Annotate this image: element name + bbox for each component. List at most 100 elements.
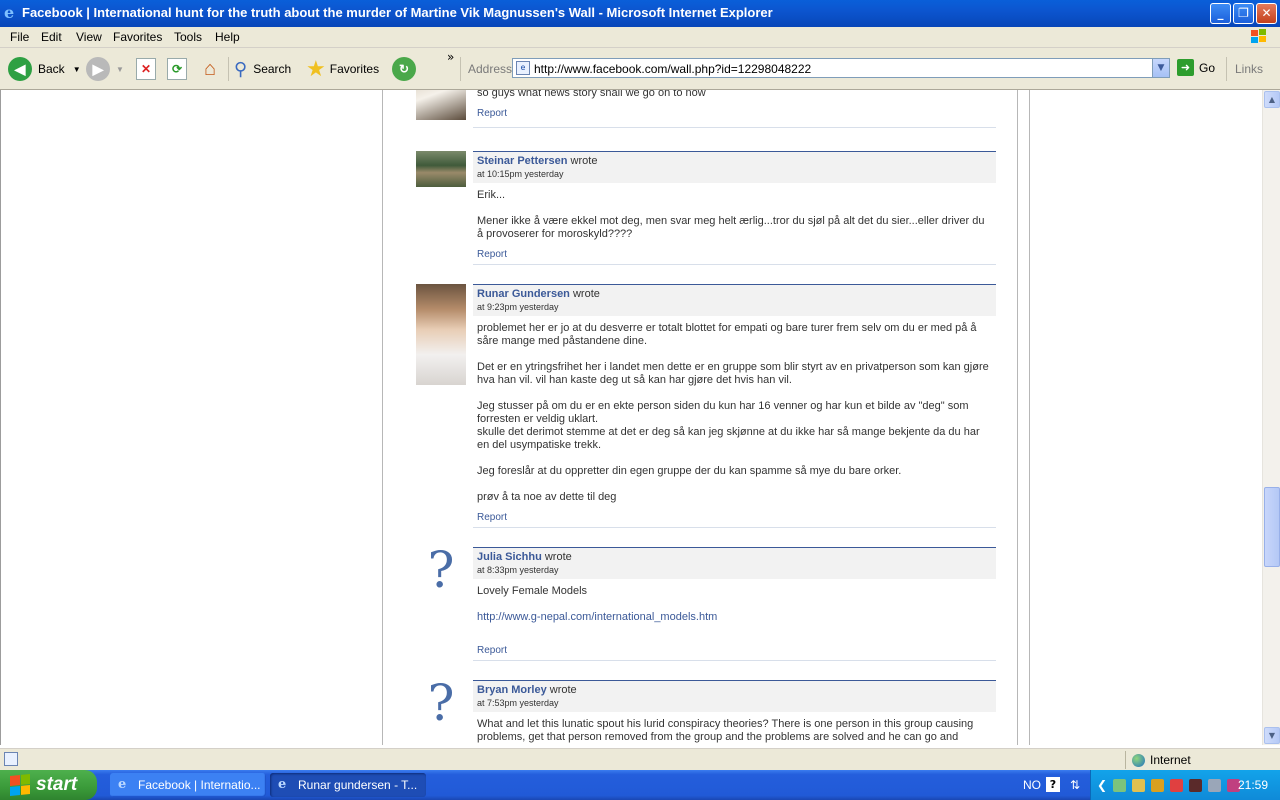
report-link[interactable]: Report [473,504,996,528]
security-zone: Internet [1125,751,1280,769]
post-header: Julia Sichhu wrote at 8:33pm yesterday [473,547,996,579]
menu-view[interactable]: View [76,30,102,44]
author-link[interactable]: Steinar Pettersen [477,155,567,167]
history-icon: ↻ [392,57,416,81]
tray-expand-icon[interactable]: ❮ [1097,778,1107,792]
minimize-button[interactable]: _ [1210,3,1231,24]
help-icon[interactable]: ? [1046,777,1060,792]
refresh-icon: ⟳ [167,58,187,80]
history-button[interactable]: ↻ [392,55,416,83]
post-message: What and let this lunatic spout his luri… [477,718,974,745]
standard-toolbar: ◀ Back ▼ ▶ ▼ ✕ ⟳ ⌂ ⚲ Search ★ Favorites … [0,48,1280,90]
stop-button[interactable]: ✕ [136,55,156,83]
close-button[interactable]: ✕ [1256,3,1277,24]
author-link[interactable]: Julia Sichhu [477,551,542,563]
tray-app-icon[interactable] [1208,778,1222,792]
refresh-button[interactable]: ⟳ [167,55,187,83]
post-header: Runar Gundersen wrote at 9:23pm yesterda… [473,284,996,316]
scroll-up-icon[interactable]: ▲ [1264,91,1280,108]
post-timestamp: at 10:15pm yesterday [477,169,564,179]
back-button[interactable]: ◀ Back ▼ [8,55,81,83]
report-link[interactable]: Report [473,100,996,128]
internet-explorer-icon: e [4,3,15,22]
menu-favorites[interactable]: Favorites [113,30,162,44]
menu-edit[interactable]: Edit [41,30,62,44]
forward-arrow-icon: ▶ [86,57,110,81]
forward-button[interactable]: ▶ ▼ [86,55,124,83]
vertical-scrollbar[interactable]: ▲ ▼ [1262,90,1280,745]
title-bar: e Facebook | International hunt for the … [0,0,1280,27]
menu-file[interactable]: File [10,30,29,44]
page-status-icon [4,752,18,766]
window-title: Facebook | International hunt for the tr… [22,5,773,20]
tray-app-icon[interactable] [1151,778,1165,792]
avatar[interactable] [416,90,466,120]
internet-explorer-icon: e [118,777,127,792]
go-arrow-icon: ➜ [1177,59,1194,76]
maximize-button[interactable]: ❐ [1233,3,1254,24]
address-dropdown-icon[interactable]: ▼ [1152,59,1169,77]
menu-help[interactable]: Help [215,30,240,44]
post-message: problemet her er jo at du desverre er to… [477,322,989,503]
toolbar-chevron[interactable]: » [447,50,454,64]
start-button[interactable]: start [0,770,97,800]
internet-explorer-icon: e [278,777,287,792]
back-arrow-icon: ◀ [8,57,32,81]
tray-app-icon[interactable] [1132,778,1146,792]
page-icon: e [516,61,530,75]
author-link[interactable]: Runar Gundersen [477,288,570,300]
search-button[interactable]: ⚲ Search [234,55,291,83]
search-icon: ⚲ [234,58,248,79]
taskbar-item-facebook[interactable]: e Facebook | Internatio... [110,773,266,797]
post-message: Lovely Female Models http://www.g-nepal.… [477,585,718,623]
clock: 21:59 [1237,778,1268,792]
external-link[interactable]: http://www.g-nepal.com/international_mod… [477,611,717,623]
unknown-avatar-icon[interactable]: ? [416,678,466,728]
menu-bar: File Edit View Favorites Tools Help [0,27,1280,48]
back-label: Back [38,62,65,76]
unknown-avatar-icon[interactable]: ? [416,545,466,595]
taskbar: start e Facebook | Internatio... e Runar… [0,770,1280,800]
search-label: Search [253,62,292,76]
post-header: Steinar Pettersen wrote at 10:15pm yeste… [473,151,996,183]
status-bar: Internet [0,748,1280,770]
home-button[interactable]: ⌂ [198,55,222,83]
chevron-down-icon[interactable]: ▼ [73,65,81,74]
scroll-down-icon[interactable]: ▼ [1264,727,1280,744]
menu-tools[interactable]: Tools [174,30,202,44]
language-indicator[interactable]: NO [1023,778,1041,792]
go-label: Go [1199,60,1216,75]
page-content: so guys what news story shall we go on t… [0,90,1262,745]
windows-flag-icon [10,773,30,797]
post-timestamp: at 7:53pm yesterday [477,698,559,708]
favorites-button[interactable]: ★ Favorites [306,55,379,83]
post-header: Bryan Morley wrote at 7:53pm yesterday [473,680,996,712]
chevron-down-icon[interactable]: ▼ [116,65,124,74]
avatar[interactable] [416,151,466,187]
globe-icon [1132,753,1145,767]
address-bar[interactable]: e http://www.facebook.com/wall.php?id=12… [512,58,1170,78]
report-link[interactable]: Report [473,241,996,265]
post-timestamp: at 9:23pm yesterday [477,302,559,312]
tray-app-icon[interactable] [1113,778,1127,792]
tray-app-icon[interactable] [1170,778,1184,792]
post-message: Erik... Mener ikke å være ekkel mot deg,… [477,189,985,240]
post-message: so guys what news story shall we go on t… [477,90,706,99]
windows-logo-icon [1251,29,1266,43]
tray-app-icon[interactable] [1189,778,1203,792]
avatar[interactable] [416,284,466,385]
go-button[interactable]: ➜ Go [1177,59,1215,76]
links-button[interactable]: Links [1235,62,1263,76]
post-timestamp: at 8:33pm yesterday [477,565,559,575]
network-icon[interactable]: ⇅ [1070,778,1080,792]
author-link[interactable]: Bryan Morley [477,684,547,696]
favorites-label: Favorites [329,62,380,76]
star-icon: ★ [306,56,326,81]
address-label: Address [468,62,513,76]
address-input[interactable]: http://www.facebook.com/wall.php?id=1229… [534,62,811,76]
report-link[interactable]: Report [473,624,996,661]
stop-icon: ✕ [136,58,156,80]
taskbar-item-runar[interactable]: e Runar gundersen - T... [270,773,426,797]
scrollbar-thumb[interactable] [1264,487,1280,567]
home-icon: ⌂ [203,57,217,80]
